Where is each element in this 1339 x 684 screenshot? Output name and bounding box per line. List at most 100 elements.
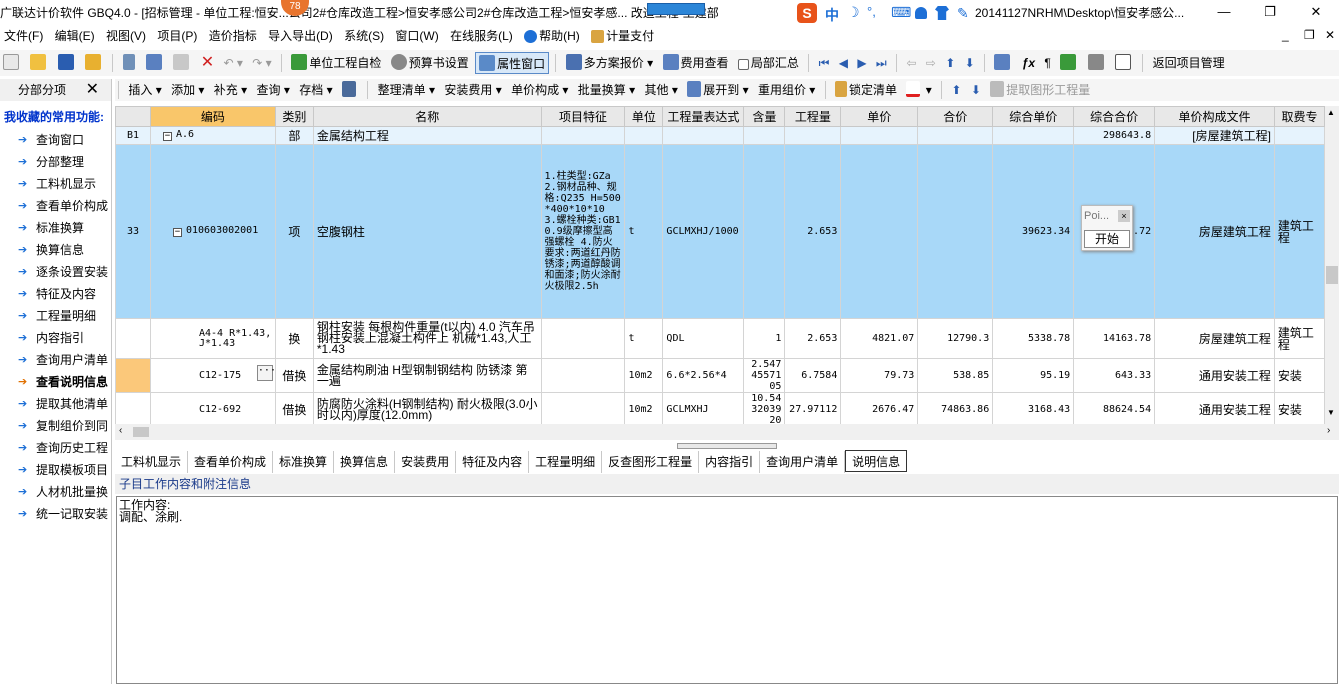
cell-price[interactable]: 2676.47: [840, 392, 919, 424]
description-content[interactable]: 工作内容: 调配、涂刷.: [116, 496, 1338, 684]
cell-unit[interactable]: t: [624, 144, 664, 319]
favorite-item[interactable]: ➔ 标准换算: [0, 217, 111, 239]
cell-price[interactable]: 79.73: [840, 358, 919, 393]
open-icon[interactable]: [27, 52, 51, 74]
favorite-item[interactable]: ➔ 换算信息: [0, 239, 111, 261]
bottom-tab[interactable]: 说明信息: [845, 450, 908, 472]
cell-feature[interactable]: [540, 392, 626, 424]
favorite-item[interactable]: ➔ 特征及内容: [0, 283, 111, 305]
calculator-icon[interactable]: [991, 52, 1015, 74]
cell-qty_ratio[interactable]: [743, 144, 786, 319]
cell-file[interactable]: 通用安装工程: [1154, 358, 1275, 393]
bottom-tab[interactable]: 标准换算: [273, 451, 335, 473]
scroll-thumb[interactable]: [1326, 266, 1338, 284]
mdi-close-button[interactable]: ✕: [1325, 28, 1335, 42]
back-project-button[interactable]: 返回项目管理: [1150, 52, 1228, 74]
mdi-minimize-button[interactable]: _: [1282, 28, 1289, 42]
bottom-tab[interactable]: 查看单价构成: [188, 451, 274, 473]
ime-toolbar[interactable]: S 中 ☽ °, ⌨ ✎: [797, 1, 975, 25]
bottom-tab[interactable]: 特征及内容: [456, 451, 530, 473]
cell-expr[interactable]: QDL: [662, 318, 745, 359]
cell-expr[interactable]: GCLMXHJ: [662, 392, 745, 424]
cell-type[interactable]: 换: [274, 318, 314, 359]
cell-type[interactable]: 项: [274, 144, 314, 319]
bottom-tab[interactable]: 工料机显示: [115, 451, 189, 473]
cell-price[interactable]: 4821.07: [840, 318, 919, 359]
column-header[interactable]: 类别: [274, 106, 314, 127]
favorite-item[interactable]: ➔ 逐条设置安装: [0, 261, 111, 283]
property-window-button[interactable]: 属性窗口: [475, 52, 550, 74]
menu-cost-index[interactable]: 造价指标: [205, 24, 261, 48]
favorite-item[interactable]: ➔ 人材机批量换: [0, 481, 111, 503]
favorite-item[interactable]: ➔ 分部整理: [0, 151, 111, 173]
favorite-item[interactable]: ➔ 查询用户清单: [0, 349, 111, 371]
cell-qty[interactable]: 2.653: [784, 318, 842, 359]
cell-qty[interactable]: [784, 126, 842, 145]
cell-expr[interactable]: GCLMXHJ/1000: [662, 144, 745, 319]
supplement-button[interactable]: 补充 ▾: [211, 79, 250, 101]
collapse-icon[interactable]: −: [172, 228, 182, 237]
cell-fee[interactable]: 建筑工程: [1273, 318, 1325, 359]
minimize-button[interactable]: —: [1201, 0, 1247, 24]
cell-qty[interactable]: 2.653: [784, 144, 842, 319]
bottom-tab[interactable]: 内容指引: [699, 451, 761, 473]
column-header[interactable]: 单价: [840, 106, 919, 127]
cell-comp_price[interactable]: 5338.78: [992, 318, 1075, 359]
cell-name[interactable]: 金属结构刷油 H型钢制钢结构 防锈漆 第一遍: [312, 358, 542, 393]
extract-graphic-button[interactable]: 提取图形工程量: [987, 79, 1093, 101]
cell-feature[interactable]: [540, 318, 626, 359]
cell-qty[interactable]: 6.7584: [784, 358, 842, 393]
cell-file[interactable]: 房屋建筑工程: [1154, 144, 1275, 319]
cell-type[interactable]: 借换: [274, 392, 314, 424]
next-icon[interactable]: ▶: [854, 52, 869, 74]
cell-qty_ratio[interactable]: 2.5474557105: [743, 358, 786, 393]
wrench-icon[interactable]: ✎: [957, 5, 969, 22]
popup-start-button[interactable]: 开始: [1084, 230, 1130, 248]
insert-button[interactable]: 插入 ▾: [125, 79, 164, 101]
cell-fee[interactable]: 安装: [1273, 358, 1325, 393]
menu-online[interactable]: 在线服务(L): [446, 24, 517, 48]
column-header[interactable]: 编码: [149, 106, 276, 127]
archive-button[interactable]: 存档 ▾: [296, 79, 335, 101]
local-summary-button[interactable]: 局部汇总: [735, 52, 802, 74]
column-header[interactable]: 名称: [312, 106, 542, 127]
cell-fee[interactable]: 建筑工程: [1273, 144, 1325, 319]
cell-total[interactable]: 538.85: [917, 358, 994, 393]
bill-grid[interactable]: 编码 类别 名称 项目特征 单位 工程量表达式 含量 工程量 单价 合价 综合单价 综合合价 单价构成文…: [115, 106, 1325, 424]
menu-view[interactable]: 视图(V): [102, 24, 150, 48]
favorite-item[interactable]: ➔ 内容指引: [0, 327, 111, 349]
save-icon[interactable]: [55, 52, 79, 74]
move-down-icon[interactable]: ⬇: [968, 79, 984, 101]
favorite-item[interactable]: ➔ 查看单价构成: [0, 195, 111, 217]
menu-window[interactable]: 窗口(W): [391, 24, 442, 48]
cell-code[interactable]: A4-4 R*1.43, J*1.43: [149, 318, 276, 359]
formula-icon[interactable]: ƒx: [1019, 52, 1038, 74]
mdi-restore-button[interactable]: ❐: [1304, 28, 1315, 42]
punct-icon[interactable]: °,: [867, 4, 876, 19]
cell-name[interactable]: 钢柱安装 每根构件重量(t以内) 4.0 汽车吊 钢柱安装上混凝土构件上 机械*…: [312, 318, 542, 359]
column-header[interactable]: [115, 106, 151, 127]
multi-quote-button[interactable]: 多方案报价 ▾: [563, 52, 656, 74]
folder-icon[interactable]: [82, 52, 106, 74]
organize-button[interactable]: 整理清单 ▾: [375, 79, 438, 101]
bottom-tab[interactable]: 查询用户清单: [760, 451, 846, 473]
restore-button[interactable]: ❐: [1247, 0, 1293, 24]
move-up-icon[interactable]: ⬆: [948, 79, 964, 101]
redo-icon[interactable]: ↷ ▾: [249, 52, 274, 74]
cell-code[interactable]: − A.6: [149, 126, 276, 145]
book-icon[interactable]: [1057, 52, 1081, 74]
column-header[interactable]: 单价构成文件: [1154, 106, 1275, 127]
install-fee-button[interactable]: 安装费用 ▾: [441, 79, 504, 101]
find-icon[interactable]: [339, 79, 361, 101]
cell-code[interactable]: −010603002001: [149, 144, 276, 319]
scroll-left-icon[interactable]: ‹: [119, 425, 122, 436]
cell-type[interactable]: 借换: [274, 358, 314, 393]
cell-file[interactable]: 通用安装工程: [1154, 392, 1275, 424]
menu-measure-pay[interactable]: 计量支付: [587, 24, 658, 48]
up-arrow-icon[interactable]: ⬆: [942, 52, 958, 74]
menu-project[interactable]: 项目(P): [153, 24, 201, 48]
down-arrow-icon[interactable]: ⬇: [962, 52, 978, 74]
floating-popup[interactable]: Poi... × 开始: [1081, 205, 1133, 251]
grid-vertical-scrollbar[interactable]: ▲ ▼: [1325, 106, 1339, 424]
favorite-item[interactable]: ➔ 复制组价到同: [0, 415, 111, 437]
